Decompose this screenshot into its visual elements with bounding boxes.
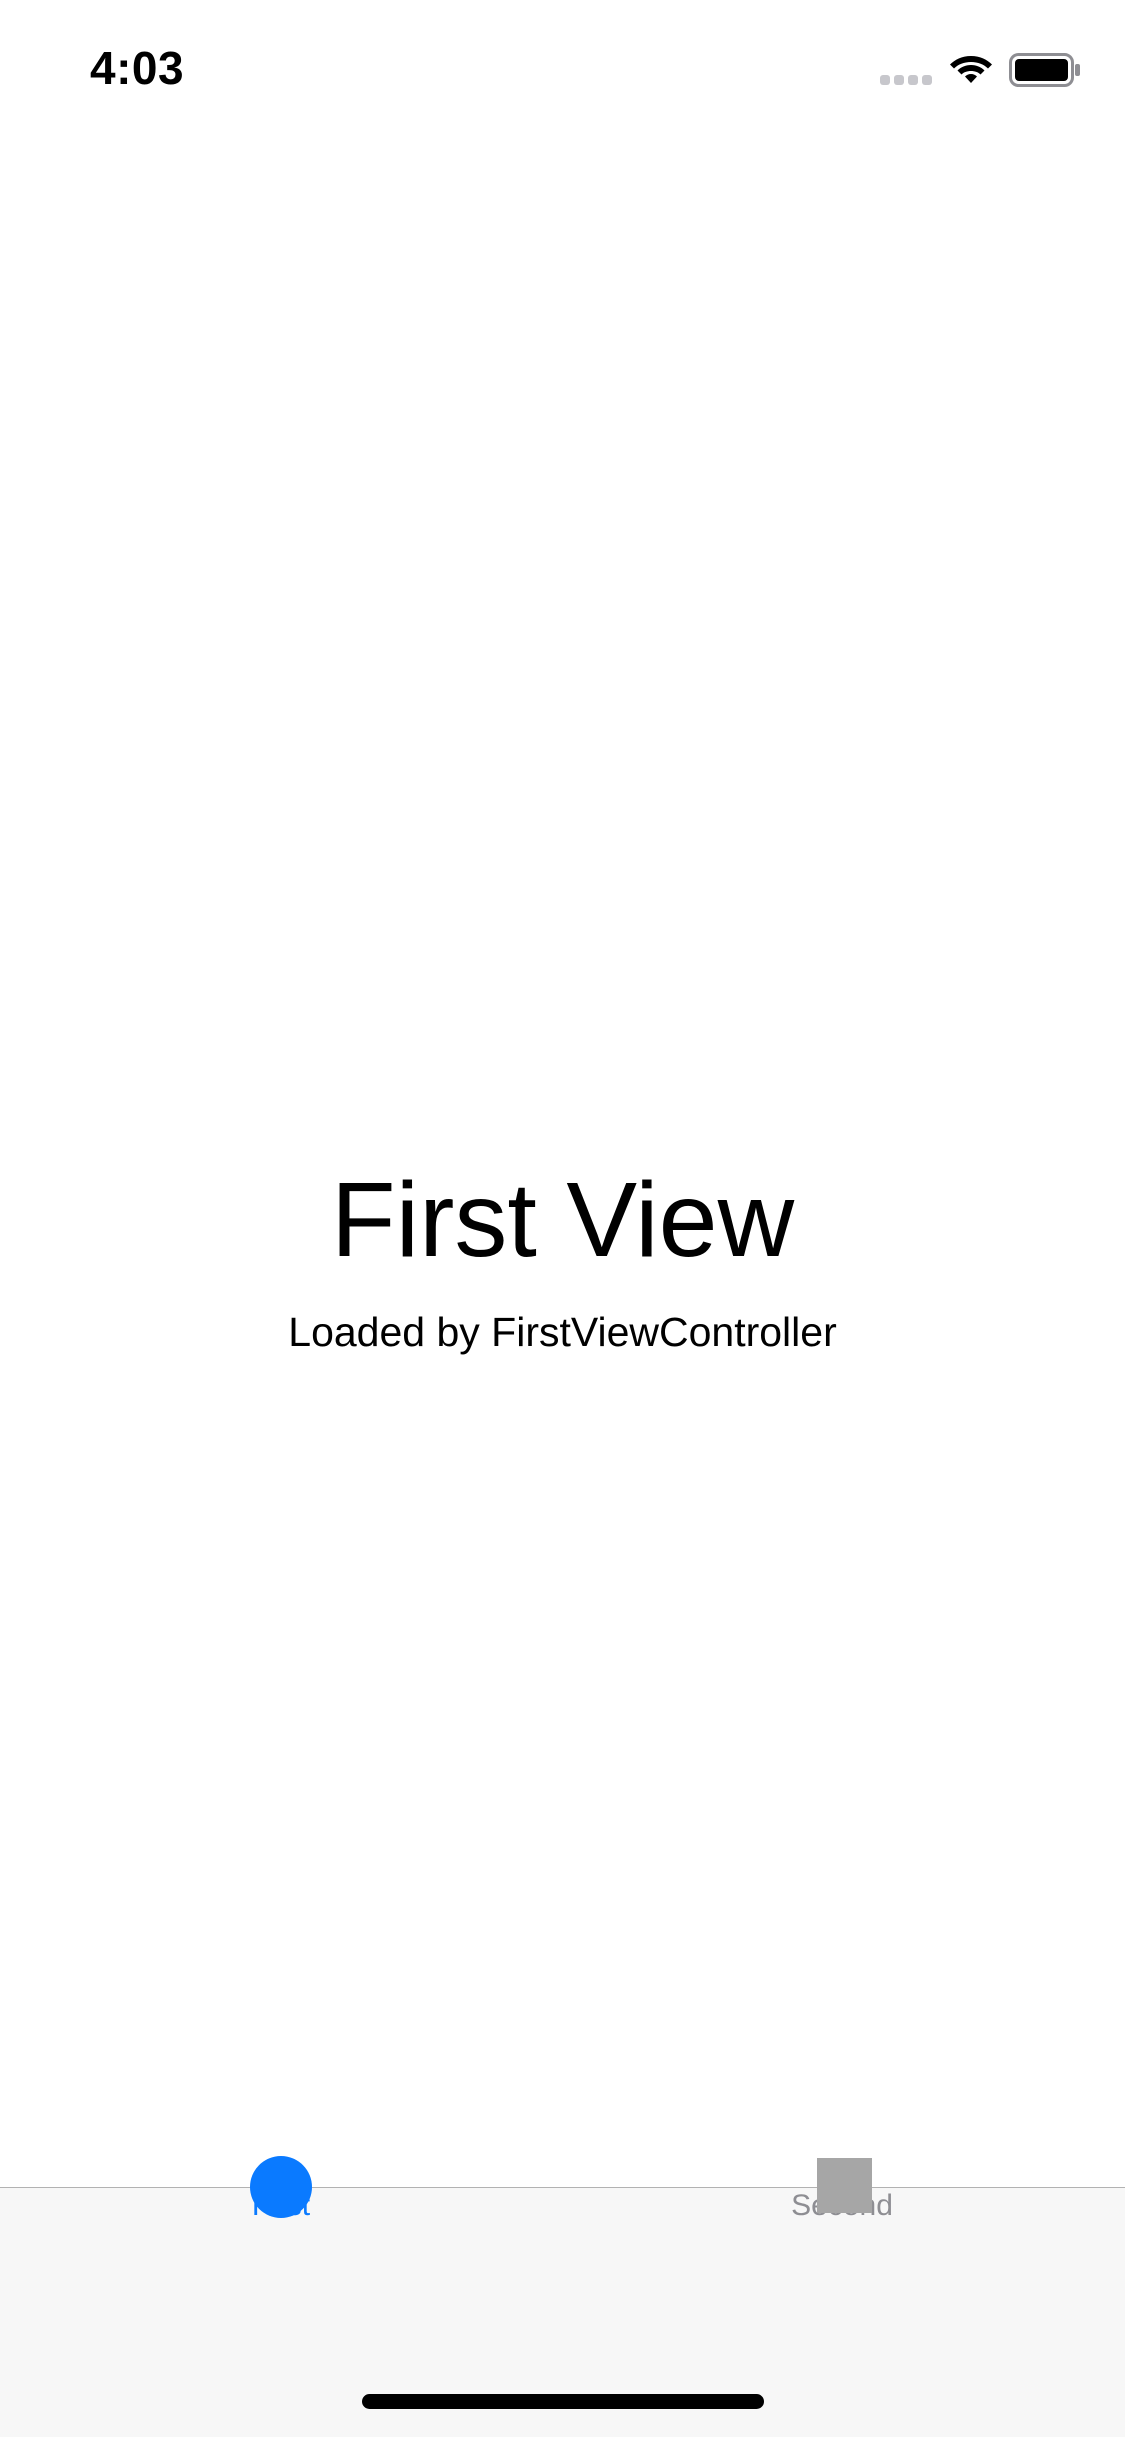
page-subtitle: Loaded by FirstViewController — [288, 1309, 837, 1355]
home-indicator[interactable] — [362, 2394, 764, 2409]
tab-second[interactable]: Second — [742, 2158, 942, 2288]
page-title: First View — [330, 1161, 795, 1279]
status-time: 4:03 — [90, 42, 185, 94]
square-icon — [817, 2158, 872, 2213]
battery-icon — [1009, 53, 1080, 87]
circle-icon — [250, 2156, 312, 2218]
tab-bar: First Second — [0, 2156, 1125, 2437]
signal-icon — [880, 75, 934, 87]
wifi-icon — [950, 56, 992, 83]
tab-first[interactable]: First — [181, 2156, 381, 2288]
status-bar: 4:03 — [0, 0, 1125, 132]
